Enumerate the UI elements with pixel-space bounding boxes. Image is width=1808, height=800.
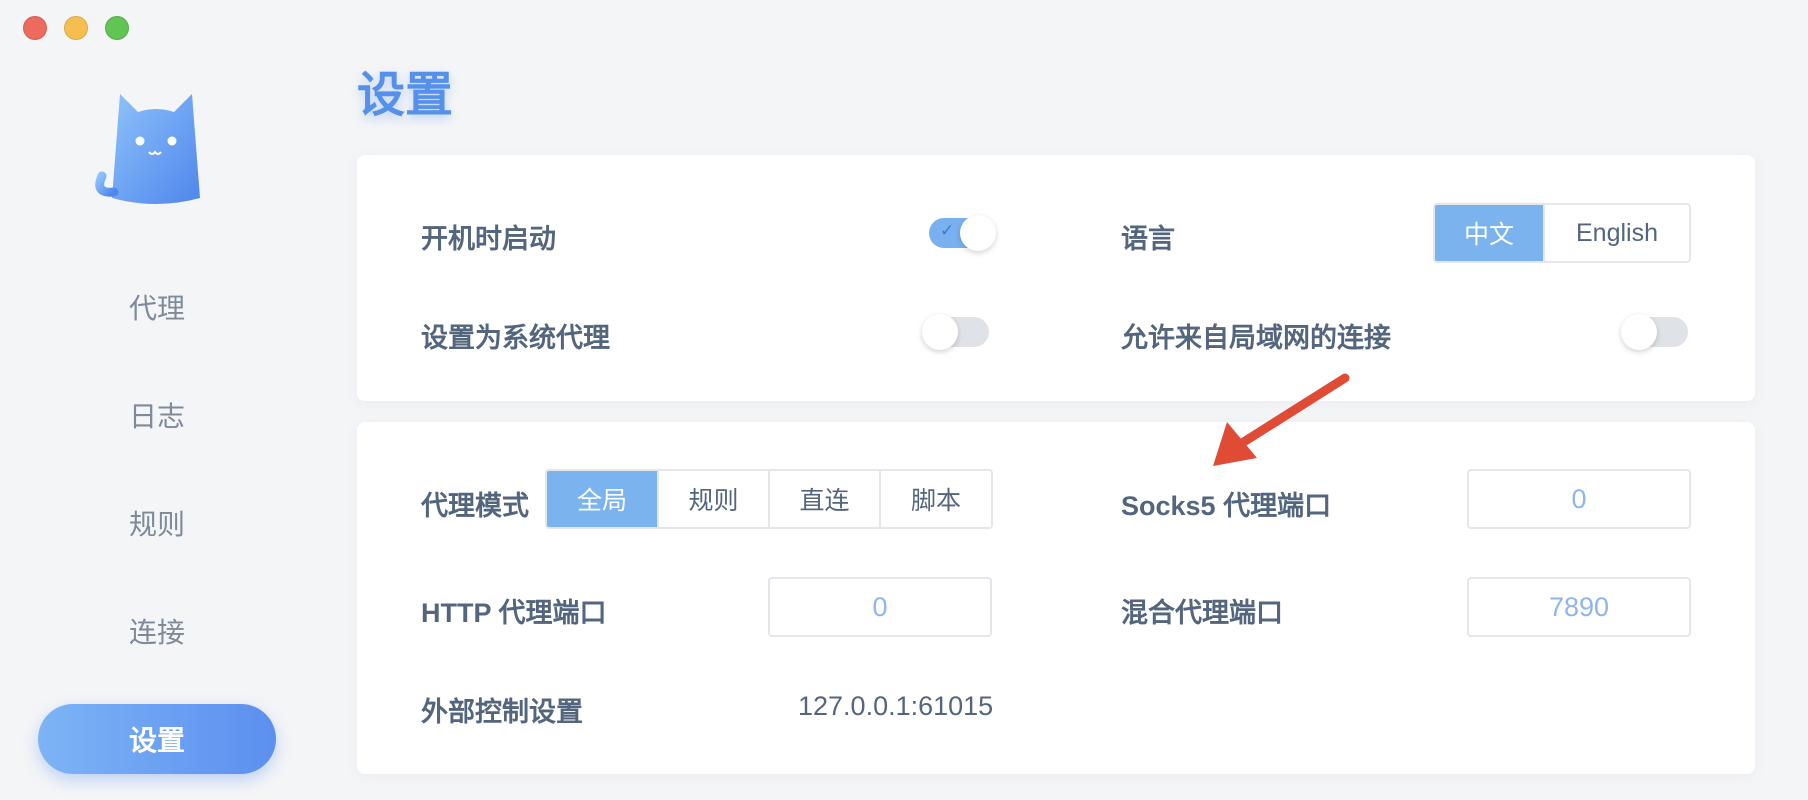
sidebar-item-proxy[interactable]: 代理 [38,272,276,342]
sidebar-item-label: 设置 [128,725,185,756]
language-option-chinese[interactable]: 中文 [1435,205,1545,261]
toggle-knob [1621,314,1657,350]
external-controller-value: 127.0.0.1:61015 [798,691,994,721]
proxy-mode-selector: 全局 规则 直连 脚本 [545,469,993,529]
external-controller-label: 外部控制设置 [421,697,583,727]
allow-lan-label: 允许来自局域网的连接 [1121,323,1391,353]
socks5-port-label: Socks5 代理端口 [1121,491,1332,521]
launch-at-login-toggle[interactable]: ✓ [929,215,996,251]
app-window: 代理 日志 规则 连接 设置 设置 开机时启动 ✓ 语言 中文 English … [0,0,1808,800]
launch-at-login-label: 开机时启动 [421,224,556,254]
sidebar: 代理 日志 规则 连接 设置 [0,0,312,800]
general-settings-card: 开机时启动 ✓ 语言 中文 English 设置为系统代理 允许来自局域网的连接 [357,155,1755,401]
http-port-input[interactable] [768,577,992,637]
system-proxy-label: 设置为系统代理 [421,323,610,353]
proxy-mode-option-rule[interactable]: 规则 [659,471,770,527]
proxy-mode-option-global[interactable]: 全局 [547,471,659,527]
proxy-settings-card: 代理模式 全局 规则 直连 脚本 Socks5 代理端口 HTTP 代理端口 混… [357,422,1755,774]
annotation-arrow-icon [1213,373,1350,466]
mixed-port-input[interactable] [1467,577,1691,637]
toggle-knob [922,314,958,350]
proxy-mode-option-script[interactable]: 脚本 [881,471,991,527]
page-title: 设置 [357,69,454,122]
toggle-knob [960,215,996,251]
allow-lan-toggle[interactable] [1621,314,1688,350]
proxy-mode-label: 代理模式 [421,491,529,521]
sidebar-item-connections[interactable]: 连接 [38,596,276,666]
sidebar-item-label: 代理 [128,293,185,324]
proxy-mode-option-direct[interactable]: 直连 [770,471,881,527]
system-proxy-toggle[interactable] [922,314,989,350]
language-option-english[interactable]: English [1545,205,1689,261]
sidebar-item-label: 规则 [128,509,185,540]
cat-logo-icon [95,94,200,204]
sidebar-item-settings[interactable]: 设置 [38,704,276,774]
socks5-port-input[interactable] [1467,469,1691,529]
sidebar-item-label: 日志 [128,401,185,432]
language-selector: 中文 English [1433,203,1691,263]
sidebar-item-rules[interactable]: 规则 [38,488,276,558]
sidebar-item-label: 连接 [128,617,185,648]
language-label: 语言 [1121,224,1175,254]
mixed-port-label: 混合代理端口 [1121,598,1283,628]
http-port-label: HTTP 代理端口 [421,598,607,628]
sidebar-item-logs[interactable]: 日志 [38,380,276,450]
check-icon: ✓ [940,221,955,240]
